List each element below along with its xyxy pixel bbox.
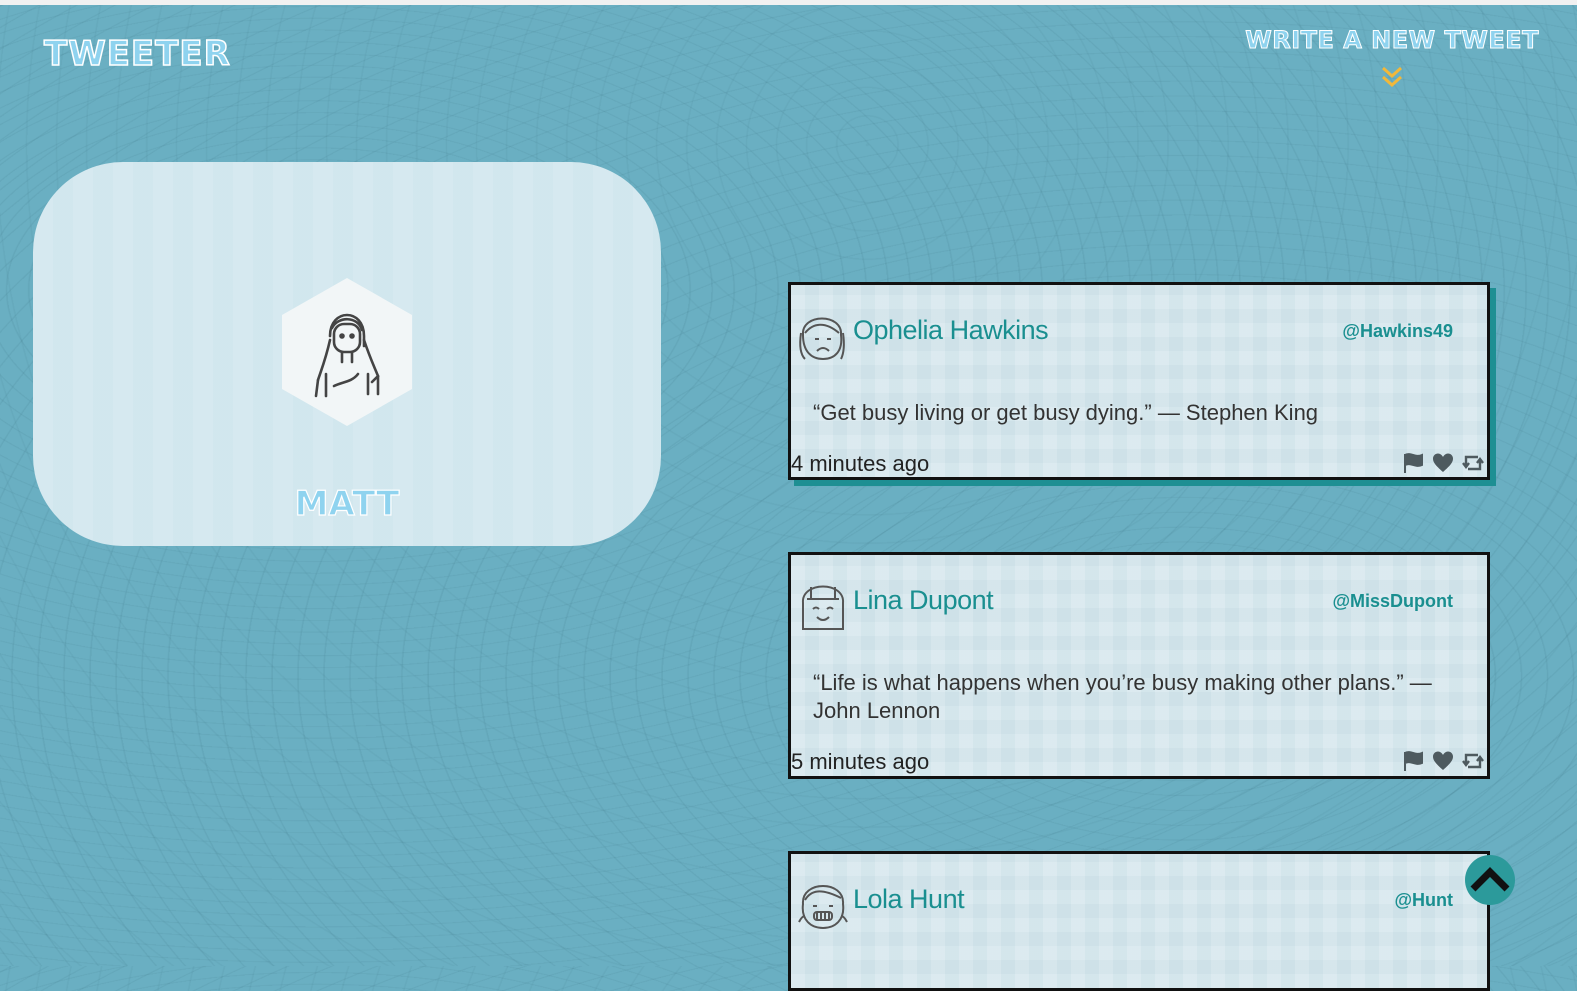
scroll-to-top-button[interactable] <box>1465 855 1515 905</box>
top-border <box>0 0 1577 5</box>
double-chevron-down-icon[interactable] <box>1380 64 1404 90</box>
profile-card: Matt <box>33 162 661 546</box>
tweet-handle[interactable]: @Hawkins49 <box>1342 321 1453 342</box>
retweet-icon[interactable] <box>1461 451 1485 475</box>
user-avatar-icon <box>282 278 412 426</box>
smiling-face-avatar-icon <box>801 585 845 630</box>
tweet-card: Lina Dupont @MissDupont “Life is what ha… <box>788 552 1490 779</box>
grinning-face-avatar-icon <box>798 885 848 930</box>
write-tweet-label: Write a new tweet <box>1245 26 1539 55</box>
tweet-author[interactable]: Lina Dupont <box>853 585 994 616</box>
tweet-card: Ophelia Hawkins @Hawkins49 “Get busy liv… <box>788 282 1490 480</box>
heart-icon[interactable] <box>1431 749 1455 773</box>
tweet-text: “Get busy living or get busy dying.” — S… <box>813 400 1319 425</box>
tweet-text: “Life is what happens when you’re busy m… <box>813 670 1432 723</box>
tweet-actions <box>1401 451 1485 475</box>
tweet-timestamp: 5 minutes ago <box>791 749 930 774</box>
flag-icon[interactable] <box>1401 749 1425 773</box>
tweet-author[interactable]: Lola Hunt <box>853 884 965 915</box>
tweet-handle[interactable]: @MissDupont <box>1332 591 1453 612</box>
retweet-icon[interactable] <box>1461 749 1485 773</box>
chevron-up-icon <box>1470 867 1510 892</box>
tweet-card: Lola Hunt @Hunt <box>788 851 1490 991</box>
write-tweet-button[interactable]: Write a new tweet <box>1245 26 1539 90</box>
tweet-handle[interactable]: @Hunt <box>1394 890 1453 911</box>
flag-icon[interactable] <box>1401 451 1425 475</box>
brand-logo[interactable]: Tweeter <box>43 33 231 75</box>
tweet-author[interactable]: Ophelia Hawkins <box>853 315 1049 346</box>
heart-icon[interactable] <box>1431 451 1455 475</box>
tweet-actions <box>1401 749 1485 773</box>
profile-name: Matt <box>294 483 400 524</box>
tweet-timestamp: 4 minutes ago <box>791 451 930 476</box>
sad-face-avatar-icon <box>799 317 845 361</box>
